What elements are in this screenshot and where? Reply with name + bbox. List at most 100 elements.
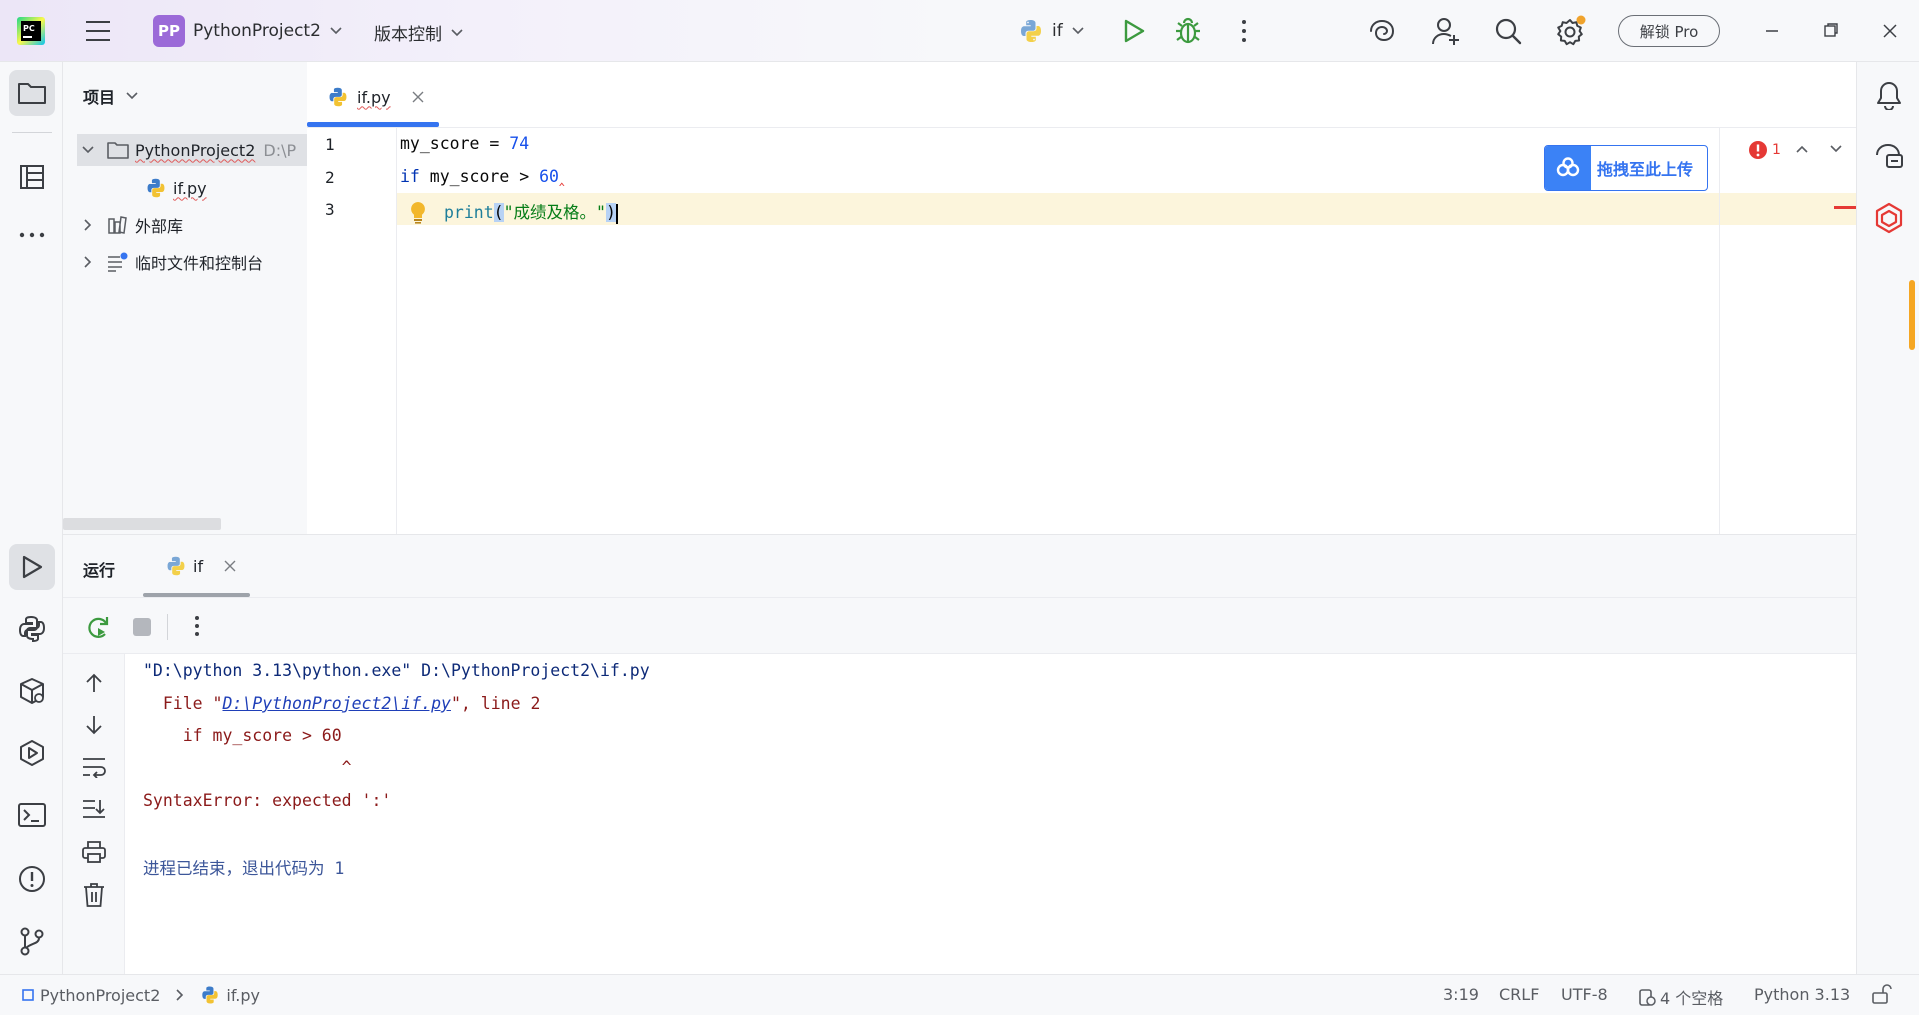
- traceback-file-link[interactable]: D:\PythonProject2\if.py: [222, 694, 450, 713]
- tree-external-libraries[interactable]: 外部库: [81, 210, 183, 240]
- structure-tool-button[interactable]: [9, 154, 55, 200]
- run-more-icon[interactable]: [193, 615, 201, 637]
- run-tool-button[interactable]: [9, 544, 55, 590]
- folder-icon: [107, 142, 129, 159]
- folder-icon: [18, 83, 46, 104]
- vcs-menu[interactable]: 版本控制: [374, 20, 464, 45]
- python-packages-button[interactable]: [9, 668, 55, 714]
- console-command-line: "D:\python 3.13\python.exe" D:\PythonPro…: [143, 661, 650, 680]
- run-tab-label: if: [193, 556, 204, 576]
- code-editor[interactable]: my_score = 74 if my_score > 60‸ print("成…: [397, 128, 1720, 534]
- indent-setting[interactable]: 4 个空格: [1638, 985, 1723, 1009]
- error-icon: [1749, 141, 1767, 159]
- run-config-selector[interactable]: if: [1018, 18, 1085, 44]
- pycharm-logo-icon[interactable]: PC: [17, 17, 45, 45]
- editor-gutter: 1 2 3: [307, 128, 397, 534]
- search-icon[interactable]: [1494, 17, 1522, 45]
- console-traceback-file: File "D:\PythonProject2\if.py", line 2: [143, 694, 541, 713]
- right-tool-strip: [1856, 62, 1919, 974]
- play-outline-icon: [22, 555, 43, 579]
- code-line-2: if my_score > 60‸: [400, 167, 565, 186]
- console-side-toolbar: [63, 654, 125, 974]
- chevron-right-icon: [176, 989, 184, 1001]
- problems-button[interactable]: [9, 856, 55, 902]
- scroll-to-end-icon[interactable]: [81, 798, 107, 820]
- file-encoding[interactable]: UTF-8: [1561, 985, 1608, 1004]
- services-button[interactable]: [9, 730, 55, 776]
- project-panel-header[interactable]: 项目: [83, 84, 139, 108]
- code-with-me-icon[interactable]: [1431, 16, 1461, 46]
- editor-tab-label: if.py: [357, 87, 391, 107]
- root-project-path: D:\P: [263, 140, 297, 160]
- breadcrumb: PythonProject2 if.py: [22, 985, 260, 1005]
- scratches-icon: [108, 252, 128, 272]
- status-bar: PythonProject2 if.py 3:19 CRLF UTF-8 4 个…: [0, 974, 1919, 1015]
- chevron-down-icon: [451, 28, 463, 36]
- terminal-button[interactable]: [9, 792, 55, 838]
- python-file-icon: [147, 178, 165, 198]
- intention-bulb-icon[interactable]: [409, 200, 427, 224]
- line-number: 3: [325, 200, 335, 219]
- main-menu-icon[interactable]: [85, 20, 111, 42]
- breadcrumb-project[interactable]: PythonProject2: [40, 986, 160, 1005]
- error-stripe-mark[interactable]: [1834, 206, 1856, 209]
- close-tab-icon[interactable]: [411, 90, 425, 104]
- run-button[interactable]: [1122, 18, 1146, 44]
- python-icon: [167, 556, 185, 576]
- scratches-label: 临时文件和控制台: [135, 254, 264, 273]
- debug-button[interactable]: [1175, 17, 1201, 45]
- previous-highlight-icon[interactable]: [1795, 143, 1809, 155]
- git-button[interactable]: [9, 918, 55, 964]
- caret-position[interactable]: 3:19: [1443, 985, 1479, 1004]
- run-panel-header: 运行 if: [63, 534, 1856, 598]
- editor-tab-if-py[interactable]: if.py: [327, 86, 425, 108]
- close-window-icon[interactable]: [1882, 23, 1898, 39]
- project-panel: 项目 PythonProject2 D:\P if.py 外部库 临时文件和控制…: [63, 62, 307, 534]
- module-square-icon: [22, 989, 34, 1001]
- read-only-lock-icon[interactable]: [1870, 983, 1892, 1005]
- project-switcher[interactable]: PP PythonProject2: [153, 15, 343, 47]
- rerun-icon: [88, 617, 109, 638]
- line-number: 2: [325, 168, 335, 187]
- notifications-bell-icon[interactable]: [1875, 80, 1903, 110]
- more-actions-icon[interactable]: [1240, 19, 1248, 43]
- tree-root-project[interactable]: PythonProject2 D:\P: [81, 135, 296, 165]
- error-count: 1: [1772, 142, 1781, 158]
- active-run-tab-underline: [143, 593, 250, 597]
- tree-scratches[interactable]: 临时文件和控制台: [81, 247, 263, 277]
- ai-assistant-icon[interactable]: [1368, 18, 1396, 44]
- upload-label: 拖拽至此上传: [1597, 160, 1694, 179]
- minimize-window-icon[interactable]: [1765, 29, 1779, 33]
- close-tab-icon[interactable]: [223, 559, 237, 573]
- run-tab-if[interactable]: if: [165, 555, 237, 577]
- chevron-down-icon: [330, 27, 342, 35]
- print-icon[interactable]: [81, 840, 107, 864]
- tree-file-if-py[interactable]: if.py: [145, 173, 207, 203]
- breadcrumb-file[interactable]: if.py: [226, 986, 260, 1005]
- clear-trash-icon[interactable]: [82, 882, 106, 908]
- next-highlight-icon[interactable]: [1829, 143, 1843, 155]
- drag-upload-button[interactable]: 拖拽至此上传: [1544, 145, 1708, 191]
- settings-gear-icon[interactable]: [1555, 15, 1587, 47]
- python-file-icon: [329, 87, 347, 107]
- indent-lock-icon: [1639, 989, 1656, 1006]
- python-interpreter[interactable]: Python 3.13: [1754, 985, 1850, 1004]
- stop-button[interactable]: [132, 617, 152, 637]
- line-ending[interactable]: CRLF: [1499, 985, 1539, 1004]
- plugin-cube-icon[interactable]: [1874, 202, 1904, 234]
- python-console-button[interactable]: [9, 606, 55, 652]
- project-horizontal-scrollbar[interactable]: [63, 518, 221, 530]
- unlock-pro-button[interactable]: 解锁 Pro: [1618, 15, 1720, 47]
- restore-window-icon[interactable]: [1824, 23, 1838, 37]
- cloud-icon: [1545, 146, 1591, 190]
- error-indicator[interactable]: 1: [1748, 140, 1781, 160]
- ai-chat-icon[interactable]: [1874, 142, 1904, 170]
- scroll-up-icon[interactable]: [83, 672, 105, 694]
- soft-wrap-icon[interactable]: [81, 756, 107, 778]
- scroll-down-icon[interactable]: [83, 714, 105, 736]
- run-console-output[interactable]: "D:\python 3.13\python.exe" D:\PythonPro…: [125, 654, 1856, 974]
- more-tools-icon[interactable]: [9, 212, 55, 258]
- scroll-indicator[interactable]: [1909, 280, 1915, 350]
- project-tool-button[interactable]: [9, 70, 55, 116]
- rerun-button[interactable]: [85, 614, 111, 640]
